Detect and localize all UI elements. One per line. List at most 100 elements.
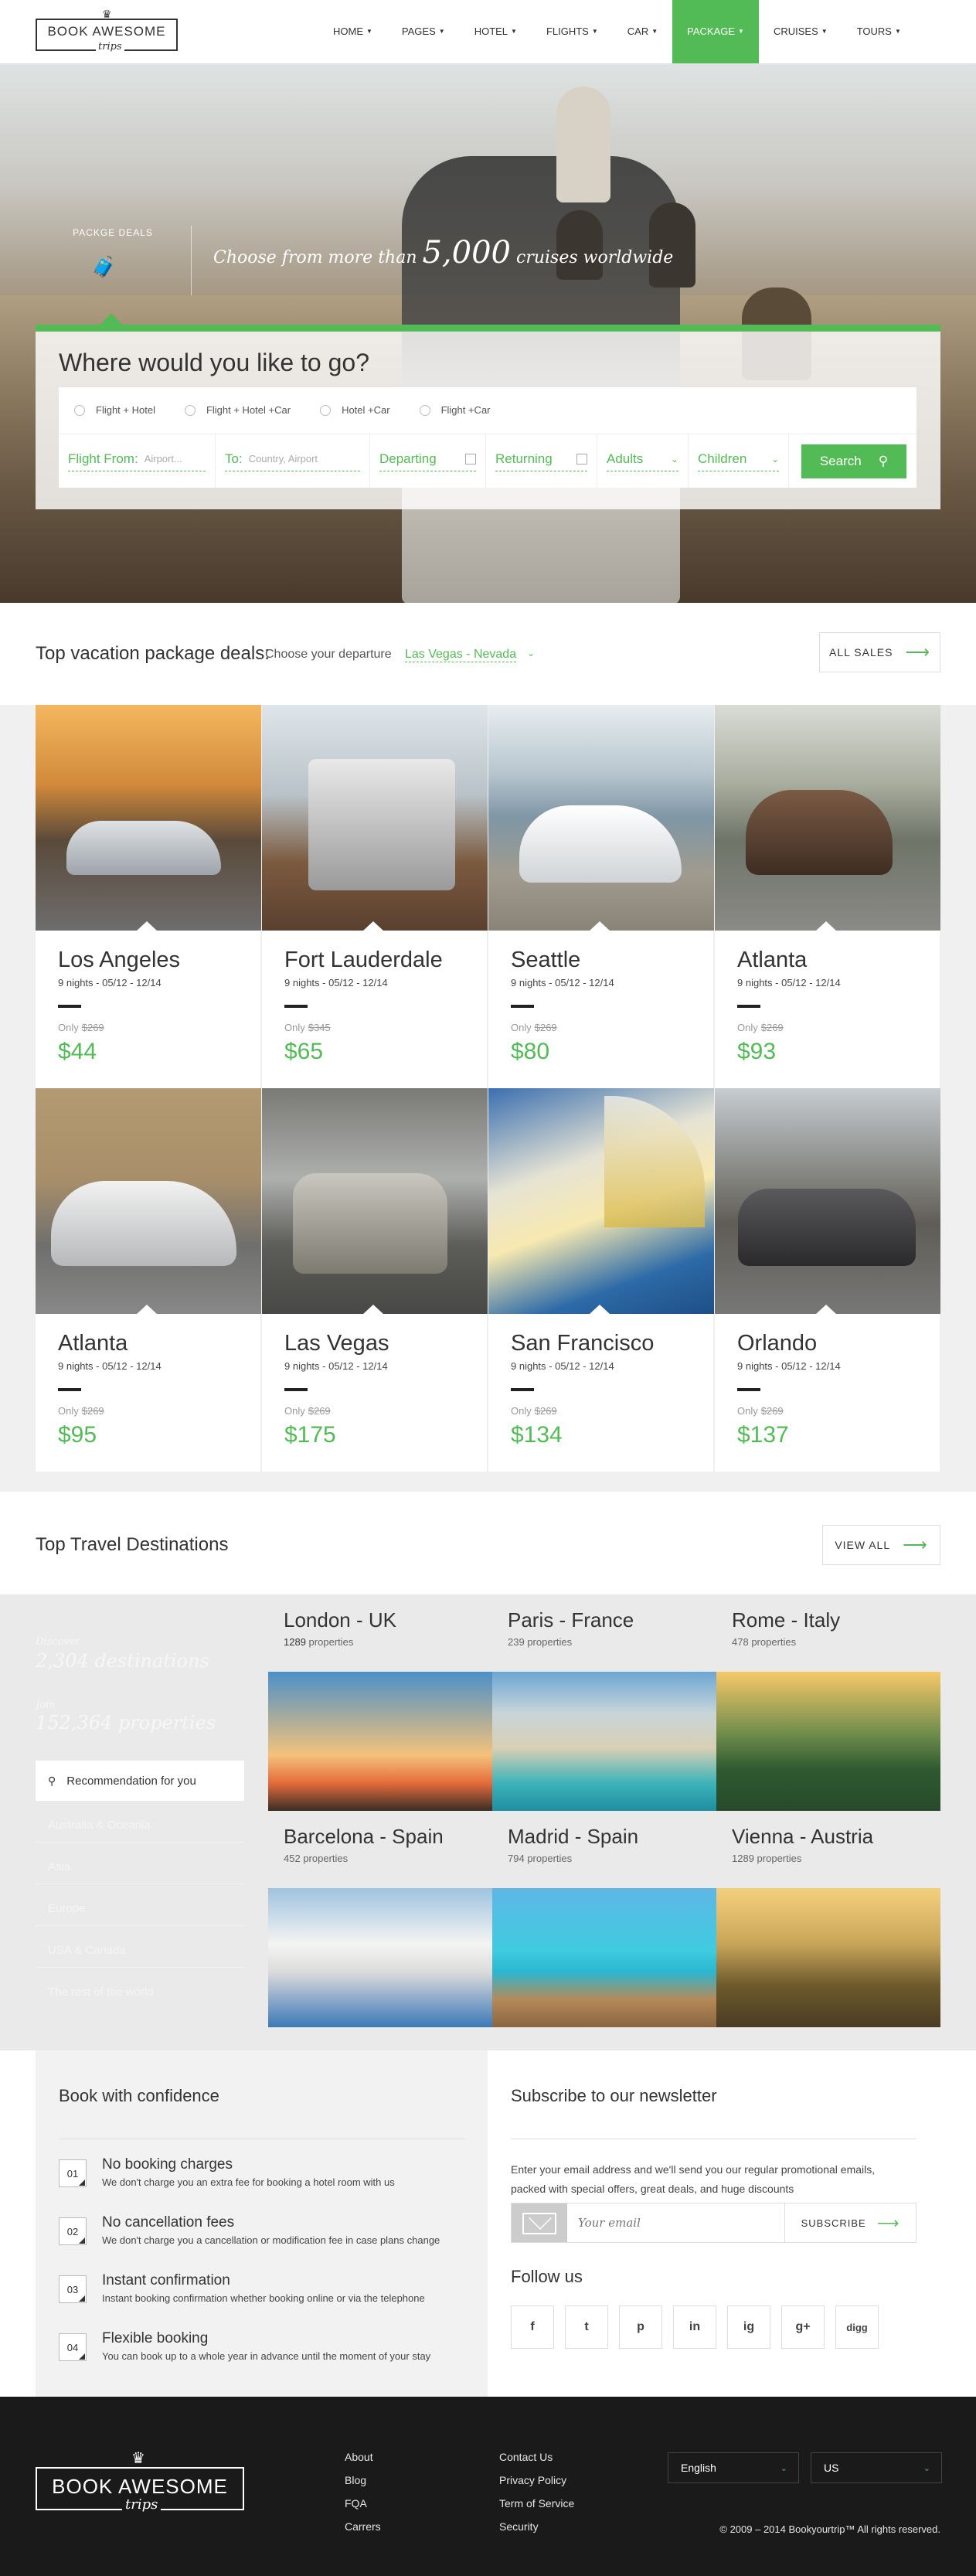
sidebar-item-recommendation[interactable]: ⚲ Recommendation for you [36, 1761, 244, 1801]
package-deals-tab[interactable]: PACKGE DEALS [36, 63, 190, 238]
currency-select[interactable]: US ⌄ [811, 2452, 942, 2483]
destination-image[interactable] [716, 1672, 940, 1811]
caret-down-icon: ▼ [438, 28, 445, 35]
instagram-icon[interactable]: ig [727, 2305, 770, 2349]
twitter-icon[interactable]: t [565, 2305, 608, 2349]
footer-link-contact[interactable]: Contact Us [499, 2451, 553, 2463]
deal-city: Los Angeles [58, 948, 181, 972]
children-select[interactable]: Children ⌄ [689, 434, 789, 488]
car-shape [66, 821, 221, 875]
newsletter-title: Subscribe to our newsletter [511, 2086, 717, 2105]
email-field[interactable] [578, 2203, 771, 2242]
destination-image[interactable] [268, 1672, 492, 1811]
caret-down-icon: ▼ [366, 28, 372, 35]
nav-flights[interactable]: FLIGHTS ▼ [532, 0, 613, 63]
tagline-post: cruises worldwide [516, 248, 674, 267]
digg-icon[interactable]: digg [835, 2305, 879, 2349]
option-flight-car[interactable]: Flight +Car [419, 404, 491, 416]
departure-select[interactable]: Las Vegas - Nevada [405, 648, 517, 662]
returning-field[interactable]: Returning [486, 434, 597, 488]
deal-card[interactable]: Fort Lauderdale 9 nights - 05/12 - 12/14… [262, 705, 488, 1088]
footer-link-careers[interactable]: Carrers [345, 2520, 381, 2533]
deal-price: $134 [511, 1422, 563, 1448]
adults-select[interactable]: Adults ⌄ [597, 434, 689, 488]
to-field[interactable]: To: Country, Airport [216, 434, 370, 488]
destination-madrid[interactable]: Madrid - Spain 794 properties [492, 1811, 716, 1887]
chevron-down-icon: ⌄ [527, 648, 536, 658]
chevron-down-icon: ⌄ [780, 2463, 787, 2473]
pinterest-icon[interactable]: p [619, 2305, 662, 2349]
tab-pointer [100, 313, 122, 325]
destination-image[interactable] [716, 1888, 940, 2027]
view-all-button[interactable]: VIEW ALL ⟶ [822, 1525, 940, 1565]
google-plus-icon[interactable]: g+ [781, 2305, 825, 2349]
destination-barcelona[interactable]: Barcelona - Spain 452 properties [268, 1811, 492, 1887]
nav-pages[interactable]: PAGES ▼ [387, 0, 460, 63]
sidebar-item-region[interactable]: Asia [48, 1860, 70, 1873]
footer-link-faq[interactable]: FQA [345, 2497, 367, 2510]
side-stat: 152,364 properties [36, 1712, 216, 1734]
hero-person [556, 87, 610, 202]
nav-package[interactable]: PACKAGE ▼ [672, 0, 759, 63]
deal-card[interactable]: Atlanta 9 nights - 05/12 - 12/14 Only $26… [715, 705, 940, 1088]
benefit-item: 04 Flexible booking You can book up to a… [59, 2326, 461, 2372]
destination-image[interactable] [492, 1888, 716, 2027]
nav-car[interactable]: CAR ▼ [613, 0, 672, 63]
facebook-icon[interactable]: f [511, 2305, 554, 2349]
destination-paris[interactable]: Paris - France 239 properties [492, 1594, 716, 1670]
search-button[interactable]: Search ⚲ [801, 444, 906, 478]
destinations-sidebar: Discover 2,304 destinations Join 152,364… [36, 1594, 244, 2050]
deal-card[interactable]: Atlanta 9 nights - 05/12 - 12/14 Only $26… [36, 1088, 261, 1472]
sidebar-item-region[interactable]: Europe [48, 1902, 85, 1915]
all-sales-button[interactable]: ALL SALES ⟶ [819, 632, 940, 672]
deal-city: Atlanta [737, 948, 808, 972]
option-flight-hotel-car[interactable]: Flight + Hotel +Car [184, 404, 291, 416]
caret-down-icon: ▼ [651, 28, 658, 35]
deal-card[interactable]: Seattle 9 nights - 05/12 - 12/14 Only $26… [488, 705, 714, 1088]
sidebar-item-region[interactable]: The rest of the world [48, 1986, 154, 1999]
linkedin-icon[interactable]: in [673, 2305, 716, 2349]
footer-link-terms[interactable]: Term of Service [499, 2497, 574, 2510]
option-flight-hotel[interactable]: Flight + Hotel [74, 404, 155, 416]
footer-link-privacy[interactable]: Privacy Policy [499, 2474, 566, 2486]
nav-tours[interactable]: TOURS ▼ [842, 0, 916, 63]
destination-image[interactable] [268, 1888, 492, 2027]
newsletter-form: SUBSCRIBE⟶ [511, 2203, 916, 2243]
logo[interactable]: ♛ BOOK AWESOME trips [36, 8, 178, 53]
deal-card[interactable]: Los Angeles 9 nights - 05/12 - 12/14 Onl… [36, 705, 261, 1088]
chevron-down-icon: ⌄ [670, 453, 678, 464]
newsletter-text: Enter your email address and we'll send … [511, 2163, 876, 2195]
deal-price: $44 [58, 1039, 97, 1064]
destination-rome[interactable]: Rome - Italy 478 properties [716, 1594, 940, 1670]
deal-image [36, 1088, 261, 1314]
deal-card[interactable]: Las Vegas 9 nights - 05/12 - 12/14 Only $… [262, 1088, 488, 1472]
deal-city: Las Vegas [284, 1331, 389, 1356]
nav-cruises[interactable]: CRUISES ▼ [759, 0, 842, 63]
search-icon: ⚲ [878, 453, 889, 468]
subscribe-button[interactable]: SUBSCRIBE ⟶ [784, 2203, 916, 2242]
sidebar-item-region[interactable]: Australia & Oceania [48, 1819, 151, 1832]
destination-london[interactable]: London - UK 1289 properties [268, 1594, 492, 1670]
sidebar-item-region[interactable]: USA & Canada [48, 1944, 126, 1957]
deal-card[interactable]: San Francisco 9 nights - 05/12 - 12/14 O… [488, 1088, 714, 1472]
destination-vienna[interactable]: Vienna - Austria 1289 properties [716, 1811, 940, 1887]
flight-from-field[interactable]: Flight From: Airport... [59, 434, 216, 488]
nav-hotel[interactable]: HOTEL ▼ [460, 0, 532, 63]
deals-grid: Los Angeles 9 nights - 05/12 - 12/14 Onl… [0, 705, 976, 1492]
deal-card[interactable]: Orlando 9 nights - 05/12 - 12/14 Only $26… [715, 1088, 940, 1472]
footer-link-about[interactable]: About [345, 2451, 373, 2463]
option-hotel-car[interactable]: Hotel +Car [320, 404, 390, 416]
caret-down-icon: ▼ [511, 28, 517, 35]
language-select[interactable]: English ⌄ [668, 2452, 799, 2483]
departing-field[interactable]: Departing [370, 434, 486, 488]
deal-dates: 9 nights - 05/12 - 12/14 [737, 977, 841, 989]
deal-price: $95 [58, 1422, 97, 1448]
footer-link-blog[interactable]: Blog [345, 2474, 366, 2486]
search-form: Flight + Hotel Flight + Hotel +Car Hotel… [59, 387, 916, 488]
deal-price: $93 [737, 1039, 777, 1064]
arrow-right-icon: ⟶ [903, 1535, 928, 1554]
destination-image[interactable] [492, 1672, 716, 1811]
nav-home[interactable]: HOME ▼ [318, 0, 387, 63]
footer-logo[interactable]: ♛ BOOK AWESOME trips [36, 2450, 244, 2513]
footer-link-security[interactable]: Security [499, 2520, 539, 2533]
